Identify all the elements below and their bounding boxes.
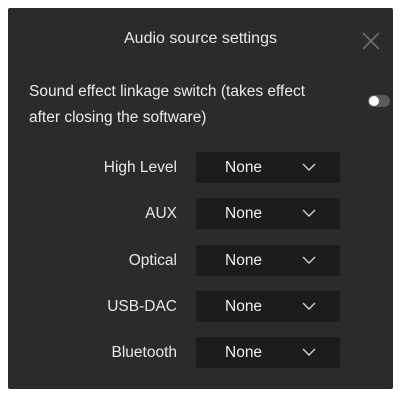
source-label: High Level — [103, 159, 177, 176]
source-row-usb-dac: USB-DAC None — [8, 291, 393, 322]
chevron-down-icon — [302, 302, 316, 310]
select-value: None — [225, 252, 263, 269]
source-label: Optical — [128, 252, 177, 269]
aux-select[interactable]: None — [196, 198, 340, 229]
source-label: AUX — [145, 205, 177, 222]
select-value: None — [225, 159, 263, 176]
source-label: Bluetooth — [111, 344, 178, 361]
high-level-select[interactable]: None — [196, 152, 340, 183]
dialog-title: Audio source settings — [124, 30, 277, 47]
close-button[interactable] — [360, 30, 382, 52]
select-value: None — [225, 205, 263, 222]
source-row-bluetooth: Bluetooth None — [8, 337, 393, 368]
chevron-down-icon — [302, 256, 316, 264]
optical-select[interactable]: None — [196, 245, 340, 276]
close-icon — [362, 32, 380, 50]
sound-effect-linkage-label: Sound effect linkage switch (takes effec… — [29, 83, 306, 126]
audio-source-settings-dialog: Audio source settings Sound effect linka… — [8, 8, 393, 389]
select-value: None — [225, 298, 263, 315]
sound-effect-linkage-toggle[interactable] — [368, 95, 390, 107]
usb-dac-select[interactable]: None — [196, 291, 340, 322]
source-row-aux: AUX None — [8, 198, 393, 229]
source-row-optical: Optical None — [8, 245, 393, 276]
chevron-down-icon — [302, 348, 316, 356]
source-label: USB-DAC — [107, 298, 177, 315]
toggle-knob — [369, 96, 379, 106]
select-value: None — [225, 344, 263, 361]
source-row-high-level: High Level None — [8, 152, 393, 183]
chevron-down-icon — [302, 163, 316, 171]
chevron-down-icon — [302, 209, 316, 217]
bluetooth-select[interactable]: None — [196, 337, 340, 368]
